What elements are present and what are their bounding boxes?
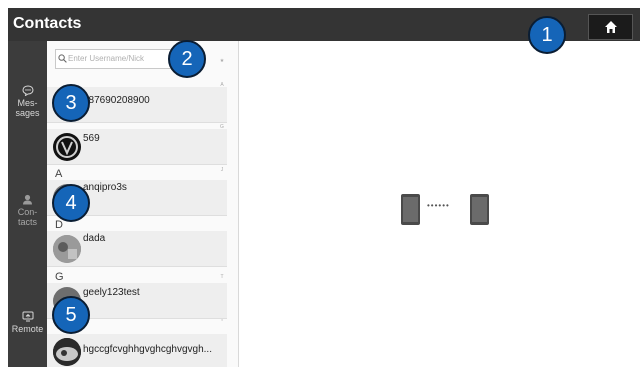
contact-name: anqipro3s xyxy=(83,182,127,193)
device-connection-icon xyxy=(401,194,489,225)
section-header: A xyxy=(55,168,63,180)
callout-badge-5: 5 xyxy=(52,296,90,334)
sidebar-item-label: Con- xyxy=(17,207,38,217)
alphabet-letter[interactable]: T xyxy=(207,274,237,280)
avatar xyxy=(53,133,81,161)
remote-screen-icon xyxy=(22,311,33,322)
sidebar-item-label: tacts xyxy=(17,217,37,227)
callout-badge-3: 3 xyxy=(52,84,90,122)
contact-row[interactable]: dada xyxy=(47,231,227,267)
search-icon xyxy=(58,54,67,63)
contact-name: 569 xyxy=(83,133,100,144)
sidebar-item-messages[interactable]: Mes- sages xyxy=(8,85,47,118)
app-window: Contacts Mes- sages Con- tacts Remote En… xyxy=(8,8,640,367)
page-title: Contacts xyxy=(13,15,82,32)
contact-row[interactable]: 569 xyxy=(47,129,227,165)
avatar xyxy=(53,338,81,366)
callout-badge-2: 2 xyxy=(168,40,206,78)
brand-logo-icon xyxy=(56,136,78,158)
photo-avatar-icon xyxy=(53,338,81,366)
sidebar-item-contacts[interactable]: Con- tacts xyxy=(8,194,47,227)
sidebar-item-remote[interactable]: Remote xyxy=(8,311,47,334)
contact-name: dada xyxy=(83,233,106,244)
alphabet-letter[interactable]: J xyxy=(207,167,237,173)
avatar xyxy=(53,235,81,263)
person-icon xyxy=(23,194,32,205)
chat-bubble-icon xyxy=(21,85,34,96)
contact-row[interactable]: hgccgfcvghhgvghcghvgvgh... xyxy=(47,334,227,367)
photo-avatar-icon xyxy=(53,235,81,263)
sidebar-item-label: Remote xyxy=(11,324,44,334)
connection-dots: •••••• xyxy=(427,201,450,210)
contact-name: geely123test xyxy=(83,287,140,298)
sidebar: Mes- sages Con- tacts Remote xyxy=(8,41,47,367)
alphabet-letter[interactable]: ★ xyxy=(207,58,237,64)
contact-name: 987690208900 xyxy=(83,95,150,106)
callout-badge-4: 4 xyxy=(52,184,90,222)
detail-panel: •••••• xyxy=(239,41,640,367)
section-header: D xyxy=(55,219,63,231)
search-placeholder: Enter Username/Nick xyxy=(68,54,145,63)
sidebar-item-label: sages xyxy=(15,108,40,118)
section-header: G xyxy=(55,271,64,283)
callout-badge-1: 1 xyxy=(528,16,566,54)
contact-name: hgccgfcvghhgvghcghvgvgh... xyxy=(83,344,212,355)
home-button[interactable] xyxy=(588,14,633,40)
home-icon xyxy=(604,21,617,33)
sidebar-item-label: Mes- xyxy=(17,98,38,108)
